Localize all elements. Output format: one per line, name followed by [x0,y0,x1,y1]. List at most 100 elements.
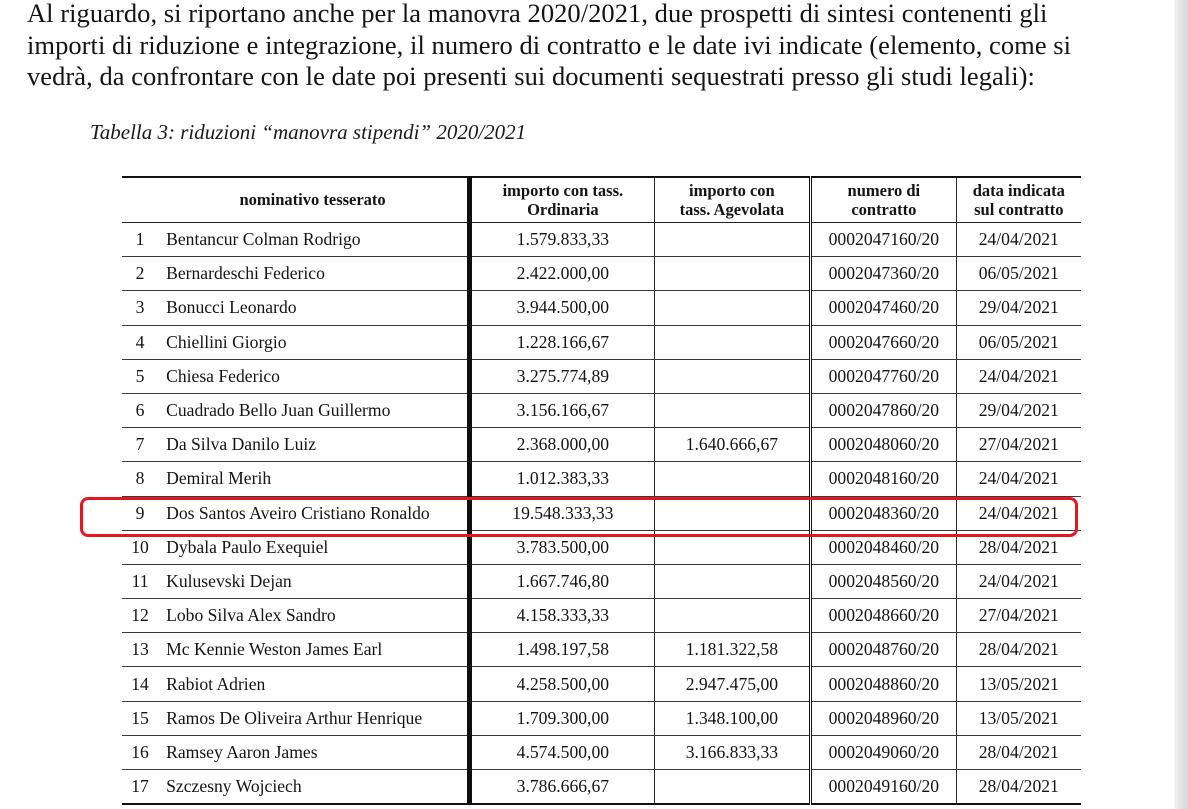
row-ordinaria-cell: 3.786.666,67 [467,769,655,806]
row-name-cell: Kulusevski Dejan [158,564,470,600]
header-data-line2: sul contratto [974,200,1064,219]
row-data-cell: 24/04/2021 [955,359,1081,394]
row-name-cell: Szczesny Wojciech [158,769,470,806]
row-data-cell: 28/04/2021 [955,735,1081,771]
row-agevolata-cell [653,564,811,600]
table-row: 6 Cuadrado Bello Juan Guillermo 3.156.166,… [122,393,1081,429]
row-ordinaria-cell: 3.156.166,67 [467,393,655,429]
row-agevolata-cell: 1.640.666,67 [653,427,811,463]
row-contratto-cell: 0002048060/20 [809,427,957,463]
intro-paragraph: Al riguardo, si riportano anche per la m… [27,0,1137,93]
row-contratto-cell: 0002049160/20 [809,769,957,806]
row-agevolata-cell: 3.166.833,33 [653,735,811,771]
row-number-cell: 10 [122,530,159,565]
row-data-cell: 27/04/2021 [955,427,1081,463]
header-ordinaria-line1: importo con tass. [502,180,624,200]
row-data-cell: 29/04/2021 [955,290,1081,326]
row-name-cell: Rabiot Adrien [158,666,470,702]
table-row: 2 Bernardeschi Federico 2.422.000,00 000204… [122,256,1081,292]
row-ordinaria-cell: 2.368.000,00 [467,427,655,463]
table-row: 15 Ramos De Oliveira Arthur Henrique 1.709… [122,701,1081,736]
row-ordinaria-cell: 1.709.300,00 [467,701,655,736]
header-agevolata-line1: importo con [689,180,775,200]
row-contratto-cell: 0002048760/20 [809,632,957,668]
page-edge-shadow [1174,0,1188,809]
row-agevolata-cell [653,290,811,326]
row-ordinaria-cell: 3.944.500,00 [467,290,655,326]
table-row: 11 Kulusevski Dejan 1.667.746,80 0002048560… [122,564,1081,600]
table-header-row: nominativo tesserato importo con tass. O… [122,177,1081,223]
table-body: 1 Bentancur Colman Rodrigo 1.579.833,33 000… [122,222,1081,806]
table-row: 8 Demiral Merih 1.012.383,33 0002048160/20 2… [122,461,1081,497]
row-data-cell: 28/04/2021 [955,769,1081,806]
row-name-cell: Ramos De Oliveira Arthur Henrique [158,701,470,736]
row-ordinaria-cell: 1.228.166,67 [467,325,655,360]
row-agevolata-cell: 1.181.322,58 [653,632,811,668]
header-agevolata-line2: tass. Agevolata [679,200,785,219]
row-ordinaria-cell: 3.275.774,89 [467,359,655,394]
row-contratto-cell: 0002048560/20 [809,564,957,600]
row-contratto-cell: 0002048660/20 [809,598,957,634]
row-number-cell: 15 [122,701,159,736]
row-number-cell: 3 [122,290,159,326]
table-row: 1 Bentancur Colman Rodrigo 1.579.833,33 000… [122,222,1081,258]
row-name-cell: Bonucci Leonardo [158,290,470,326]
row-agevolata-cell [653,461,811,497]
table-row: 9 Dos Santos Aveiro Cristiano Ronaldo 19.5… [122,496,1081,531]
row-data-cell: 24/04/2021 [955,461,1081,497]
row-ordinaria-cell: 1.579.833,33 [467,222,655,258]
header-data: data indicata sul contratto [955,177,1081,223]
header-contratto-line2: contratto [851,200,917,219]
row-agevolata-cell [653,359,811,394]
row-number-cell: 6 [122,393,159,429]
row-number-cell: 1 [122,222,159,258]
row-data-cell: 27/04/2021 [955,598,1081,634]
row-name-cell: Cuadrado Bello Juan Guillermo [158,393,470,429]
row-data-cell: 28/04/2021 [955,632,1081,668]
row-agevolata-cell: 1.348.100,00 [653,701,811,736]
row-name-cell: Mc Kennie Weston James Earl [158,632,470,668]
row-number-cell: 5 [122,359,159,394]
row-ordinaria-cell: 4.574.500,00 [467,735,655,771]
row-agevolata-cell [653,222,811,258]
row-name-cell: Chiesa Federico [158,359,470,394]
row-agevolata-cell [653,769,811,806]
row-agevolata-cell [653,393,811,429]
header-ordinaria-line2: Ordinaria [527,200,599,219]
row-contratto-cell: 0002048460/20 [809,530,957,565]
table-row: 3 Bonucci Leonardo 3.944.500,00 0002047460/… [122,290,1081,326]
table-row: 7 Da Silva Danilo Luiz 2.368.000,00 1.640.6… [122,427,1081,463]
row-name-cell: Chiellini Giorgio [158,325,470,360]
row-agevolata-cell: 2.947.475,00 [653,666,811,702]
row-name-cell: Dos Santos Aveiro Cristiano Ronaldo [158,496,470,531]
row-agevolata-cell [653,598,811,634]
row-ordinaria-cell: 1.498.197,58 [467,632,655,668]
table-row: 4 Chiellini Giorgio 1.228.166,67 0002047660… [122,325,1081,360]
row-data-cell: 24/04/2021 [955,496,1081,531]
row-data-cell: 06/05/2021 [955,256,1081,292]
row-name-cell: Demiral Merih [158,461,470,497]
row-data-cell: 29/04/2021 [955,393,1081,429]
table-row: 10 Dybala Paulo Exequiel 3.783.500,00 00020… [122,530,1081,565]
row-number-cell: 4 [122,325,159,360]
row-agevolata-cell [653,496,811,531]
row-name-cell: Bentancur Colman Rodrigo [158,222,470,258]
row-number-cell: 8 [122,461,159,497]
row-name-cell: Lobo Silva Alex Sandro [158,598,470,634]
row-contratto-cell: 0002047660/20 [809,325,957,360]
row-contratto-cell: 0002048160/20 [809,461,957,497]
row-ordinaria-cell: 1.667.746,80 [467,564,655,600]
row-contratto-cell: 0002047460/20 [809,290,957,326]
row-data-cell: 13/05/2021 [955,701,1081,736]
row-contratto-cell: 0002048960/20 [809,701,957,736]
intro-line: importi di riduzione e integrazione, il … [27,29,1072,60]
row-number-cell: 2 [122,256,159,292]
table-row: 14 Rabiot Adrien 4.258.500,00 2.947.475,00 0… [122,666,1081,702]
row-name-cell: Dybala Paulo Exequiel [158,530,470,565]
row-agevolata-cell [653,530,811,565]
header-agevolata: importo con tass. Agevolata [653,177,811,223]
salary-reduction-table: nominativo tesserato importo con tass. O… [122,176,1081,806]
header-name: nominativo tesserato [158,177,470,223]
row-number-cell: 12 [122,598,159,634]
header-data-line1: data indicata [972,180,1065,200]
